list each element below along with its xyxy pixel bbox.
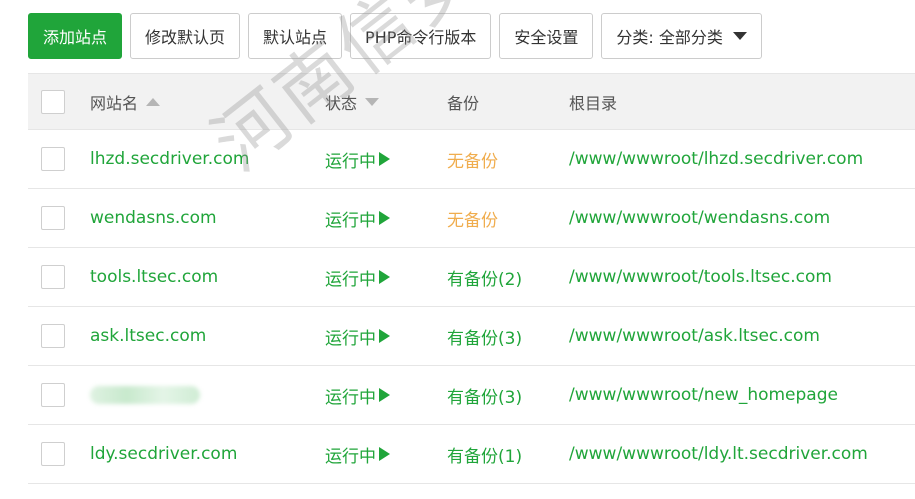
root-dir-link[interactable]: /www/wwwroot/lhzd.secdriver.com <box>569 130 863 188</box>
play-icon <box>379 447 390 461</box>
backup-link[interactable]: 有备份(1) <box>447 425 522 483</box>
root-dir-link[interactable]: /www/wwwroot/ask.ltsec.com <box>569 307 820 365</box>
root-dir-link[interactable]: /www/wwwroot/ldy.lt.secdriver.com <box>569 425 868 483</box>
play-icon <box>379 211 390 225</box>
add-site-button[interactable]: 添加站点 <box>28 13 123 59</box>
redacted-site-name <box>90 386 200 404</box>
status-label: 运行中 <box>325 210 376 231</box>
row-checkbox[interactable] <box>41 206 65 230</box>
backup-link[interactable]: 有备份(3) <box>447 307 522 365</box>
select-all-checkbox[interactable] <box>41 89 65 114</box>
column-header-status[interactable]: 状态 <box>325 74 380 129</box>
table-header: 网站名 状态 备份 根目录 <box>28 74 915 130</box>
row-checkbox[interactable] <box>41 324 65 348</box>
status-label: 运行中 <box>325 328 376 349</box>
column-header-root: 根目录 <box>569 93 618 113</box>
site-name-link[interactable]: tools.ltsec.com <box>90 248 218 306</box>
status-toggle[interactable]: 运行中 <box>325 425 390 483</box>
table-row: wendasns.com 运行中 无备份 /www/wwwroot/wendas… <box>28 189 915 248</box>
play-icon <box>379 388 390 402</box>
column-header-backup: 备份 <box>447 93 480 113</box>
security-settings-button[interactable]: 安全设置 <box>499 13 594 59</box>
sites-table: 网站名 状态 备份 根目录 lhzd.secdriver.com 运行中 无备份… <box>28 73 915 484</box>
status-toggle[interactable]: 运行中 <box>325 248 390 306</box>
status-toggle[interactable]: 运行中 <box>325 189 390 247</box>
category-select-label: 分类: 全部分类 <box>616 28 723 47</box>
site-name-link[interactable] <box>90 366 200 424</box>
site-name-link[interactable]: wendasns.com <box>90 189 217 247</box>
column-header-name[interactable]: 网站名 <box>90 74 161 129</box>
row-checkbox[interactable] <box>41 442 65 466</box>
root-dir-link[interactable]: /www/wwwroot/wendasns.com <box>569 189 830 247</box>
play-icon <box>379 270 390 284</box>
php-cli-version-button[interactable]: PHP命令行版本 <box>350 13 492 59</box>
play-icon <box>379 329 390 343</box>
column-header-name-label: 网站名 <box>90 93 139 113</box>
root-dir-link[interactable]: /www/wwwroot/new_homepage <box>569 366 838 424</box>
root-dir-link[interactable]: /www/wwwroot/tools.ltsec.com <box>569 248 832 306</box>
table-row: ask.ltsec.com 运行中 有备份(3) /www/wwwroot/as… <box>28 307 915 366</box>
row-checkbox[interactable] <box>41 383 65 407</box>
sort-desc-icon <box>365 97 380 106</box>
table-row: 运行中 有备份(3) /www/wwwroot/new_homepage <box>28 366 915 425</box>
status-label: 运行中 <box>325 151 376 172</box>
category-select[interactable]: 分类: 全部分类 <box>601 13 762 59</box>
backup-link[interactable]: 有备份(2) <box>447 248 522 306</box>
backup-link[interactable]: 无备份 <box>447 189 498 247</box>
status-toggle[interactable]: 运行中 <box>325 130 390 188</box>
status-toggle[interactable]: 运行中 <box>325 307 390 365</box>
site-name-link[interactable]: lhzd.secdriver.com <box>90 130 249 188</box>
play-icon <box>379 152 390 166</box>
toolbar: 添加站点 修改默认页 默认站点 PHP命令行版本 安全设置 分类: 全部分类 <box>28 13 762 59</box>
backup-link[interactable]: 无备份 <box>447 130 498 188</box>
table-row: lhzd.secdriver.com 运行中 无备份 /www/wwwroot/… <box>28 130 915 189</box>
table-row: ldy.secdriver.com 运行中 有备份(1) /www/wwwroo… <box>28 425 915 484</box>
row-checkbox[interactable] <box>41 147 65 171</box>
default-site-button[interactable]: 默认站点 <box>248 13 343 59</box>
row-checkbox[interactable] <box>41 265 65 289</box>
site-name-link[interactable]: ask.ltsec.com <box>90 307 206 365</box>
edit-default-page-button[interactable]: 修改默认页 <box>130 13 241 59</box>
status-label: 运行中 <box>325 387 376 408</box>
chevron-down-icon <box>732 32 747 40</box>
status-label: 运行中 <box>325 269 376 290</box>
status-toggle[interactable]: 运行中 <box>325 366 390 424</box>
column-header-status-label: 状态 <box>325 93 358 113</box>
sort-asc-icon <box>146 97 161 106</box>
status-label: 运行中 <box>325 446 376 467</box>
table-row: tools.ltsec.com 运行中 有备份(2) /www/wwwroot/… <box>28 248 915 307</box>
site-name-link[interactable]: ldy.secdriver.com <box>90 425 237 483</box>
backup-link[interactable]: 有备份(3) <box>447 366 522 424</box>
